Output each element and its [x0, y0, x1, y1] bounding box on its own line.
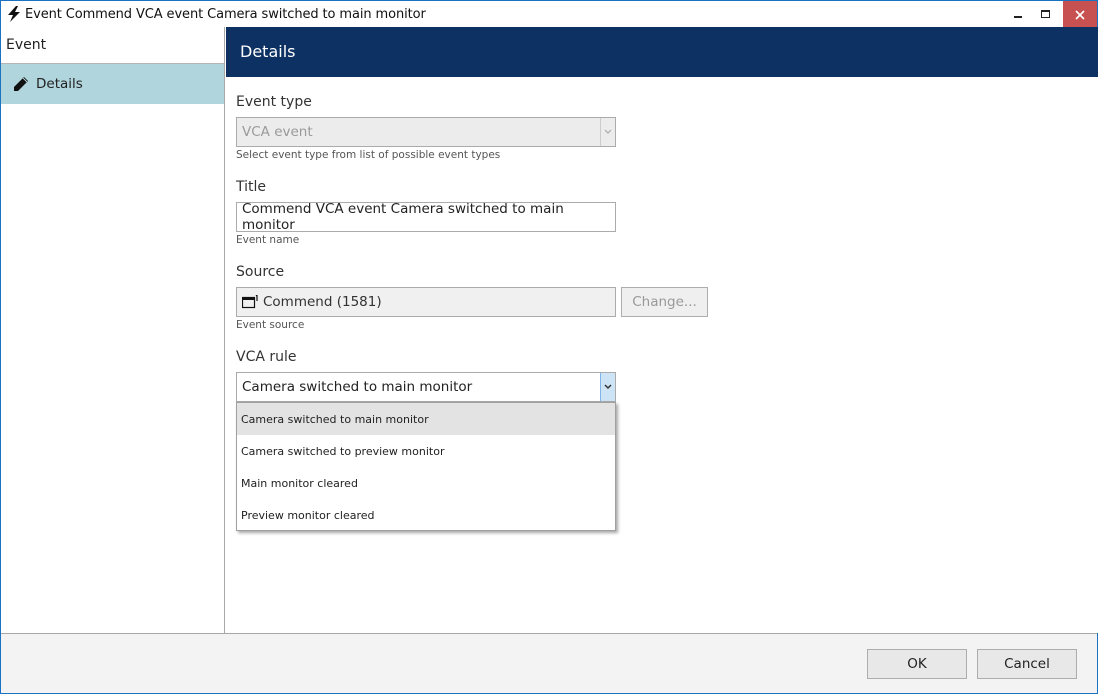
vca-rule-select[interactable]: Camera switched to main monitor	[236, 372, 616, 402]
source-label: Source	[236, 264, 285, 280]
dropdown-option[interactable]: Main monitor cleared	[237, 467, 615, 499]
chevron-down-icon	[600, 118, 615, 146]
vca-rule-label: VCA rule	[236, 349, 297, 365]
maximize-button[interactable]	[1031, 1, 1061, 27]
maximize-icon	[1041, 5, 1051, 24]
dropdown-option[interactable]: Camera switched to preview monitor	[237, 435, 615, 467]
details-panel: Details Event type VCA event Select even…	[226, 27, 1098, 633]
vca-rule-dropdown-list: Camera switched to main monitor Camera s…	[236, 402, 616, 531]
event-dialog-window: Event Commend VCA event Camera switched …	[0, 0, 1098, 694]
event-type-select[interactable]: VCA event	[236, 117, 616, 147]
minimize-button[interactable]	[1004, 1, 1034, 27]
source-value: Commend (1581)	[263, 294, 382, 310]
sidebar-item-label: Details	[36, 76, 83, 92]
title-bar: Event Commend VCA event Camera switched …	[1, 1, 1097, 27]
panel-header: Details	[226, 27, 1098, 77]
minimize-icon	[1014, 5, 1024, 24]
lightning-icon	[4, 4, 24, 24]
vca-rule-value: Camera switched to main monitor	[242, 379, 473, 395]
source-hint: Event source	[236, 319, 305, 331]
dropdown-option[interactable]: Preview monitor cleared	[237, 499, 615, 531]
event-type-label: Event type	[236, 94, 312, 110]
title-input[interactable]: Commend VCA event Camera switched to mai…	[236, 201, 616, 233]
cancel-button[interactable]: Cancel	[977, 649, 1077, 679]
title-hint: Event name	[236, 234, 300, 246]
event-type-hint: Select event type from list of possible …	[236, 149, 501, 161]
chevron-down-icon[interactable]	[600, 373, 615, 401]
sidebar: Event Details	[1, 27, 225, 633]
source-field: Commend (1581)	[236, 287, 616, 317]
title-value: Commend VCA event Camera switched to mai…	[242, 201, 564, 233]
close-icon	[1075, 5, 1085, 24]
device-icon	[242, 295, 259, 309]
sidebar-item-details[interactable]: Details	[1, 64, 224, 104]
change-source-button[interactable]: Change...	[621, 287, 708, 317]
title-label: Title	[236, 179, 267, 195]
window-title: Event Commend VCA event Camera switched …	[25, 6, 426, 22]
close-button[interactable]	[1063, 1, 1097, 27]
pencil-icon	[13, 75, 31, 93]
event-type-value: VCA event	[242, 124, 313, 140]
sidebar-heading: Event	[1, 27, 224, 64]
dialog-footer: OK Cancel	[1, 633, 1097, 693]
ok-button[interactable]: OK	[867, 649, 967, 679]
dropdown-option[interactable]: Camera switched to main monitor	[237, 403, 615, 435]
